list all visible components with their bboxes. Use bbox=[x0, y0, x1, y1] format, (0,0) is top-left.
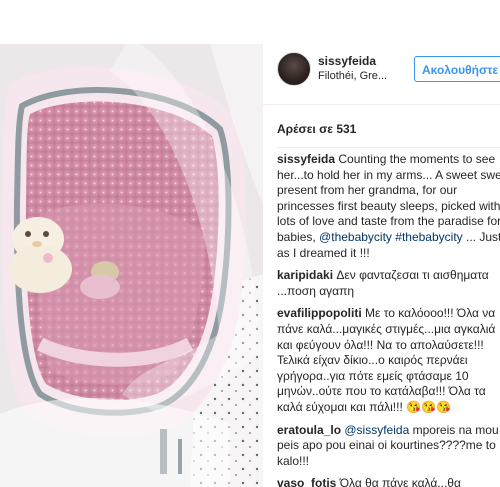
comment-username[interactable]: karipidaki bbox=[277, 268, 333, 282]
likes-count[interactable]: Αρέσει σε 531 bbox=[277, 122, 356, 136]
caption-hashtag[interactable]: #thebabycity bbox=[395, 230, 462, 244]
comment-item: vaso_fotis Όλα θα πάνε καλά...θα bbox=[277, 476, 500, 487]
follow-button[interactable]: Ακολουθήστε bbox=[414, 56, 500, 82]
profile-avatar[interactable] bbox=[277, 52, 311, 86]
post-side-panel: sissyfeida Filothéi, Gre... Ακολουθήστε … bbox=[263, 44, 500, 487]
post-username[interactable]: sissyfeida bbox=[318, 54, 376, 68]
caption-username[interactable]: sissyfeida bbox=[277, 152, 335, 166]
comment-username[interactable]: vaso_fotis bbox=[277, 476, 336, 487]
comment-username[interactable]: evafilippopoliti bbox=[277, 306, 362, 320]
post-location[interactable]: Filothéi, Gre... bbox=[318, 70, 387, 82]
comment-item: eratoula_lo @sissyfeida mporeis na mou p… bbox=[277, 423, 500, 470]
comment-text: Όλα θα πάνε καλά...θα bbox=[339, 476, 461, 487]
comments-list: sissyfeida Counting the moments to see h… bbox=[277, 152, 500, 487]
comment-text: Με το καλόοοο!!! Όλα να πάνε καλά...μαγι… bbox=[277, 306, 496, 414]
comment-item: karipidaki Δεν φανταζεσαι τι αισθηματα .… bbox=[277, 268, 500, 299]
post-photo[interactable] bbox=[0, 44, 263, 487]
comment-username[interactable]: eratoula_lo bbox=[277, 423, 341, 437]
caption-mention[interactable]: @thebabycity bbox=[319, 230, 392, 244]
comment-item: evafilippopoliti Με το καλόοοο!!! Όλα να… bbox=[277, 306, 500, 415]
divider bbox=[277, 147, 500, 148]
bassinet-photo-illustration bbox=[0, 44, 263, 487]
comment-mention[interactable]: @sissyfeida bbox=[344, 423, 409, 437]
caption: sissyfeida Counting the moments to see h… bbox=[277, 152, 500, 261]
post-header: sissyfeida Filothéi, Gre... Ακολουθήστε bbox=[263, 44, 500, 105]
